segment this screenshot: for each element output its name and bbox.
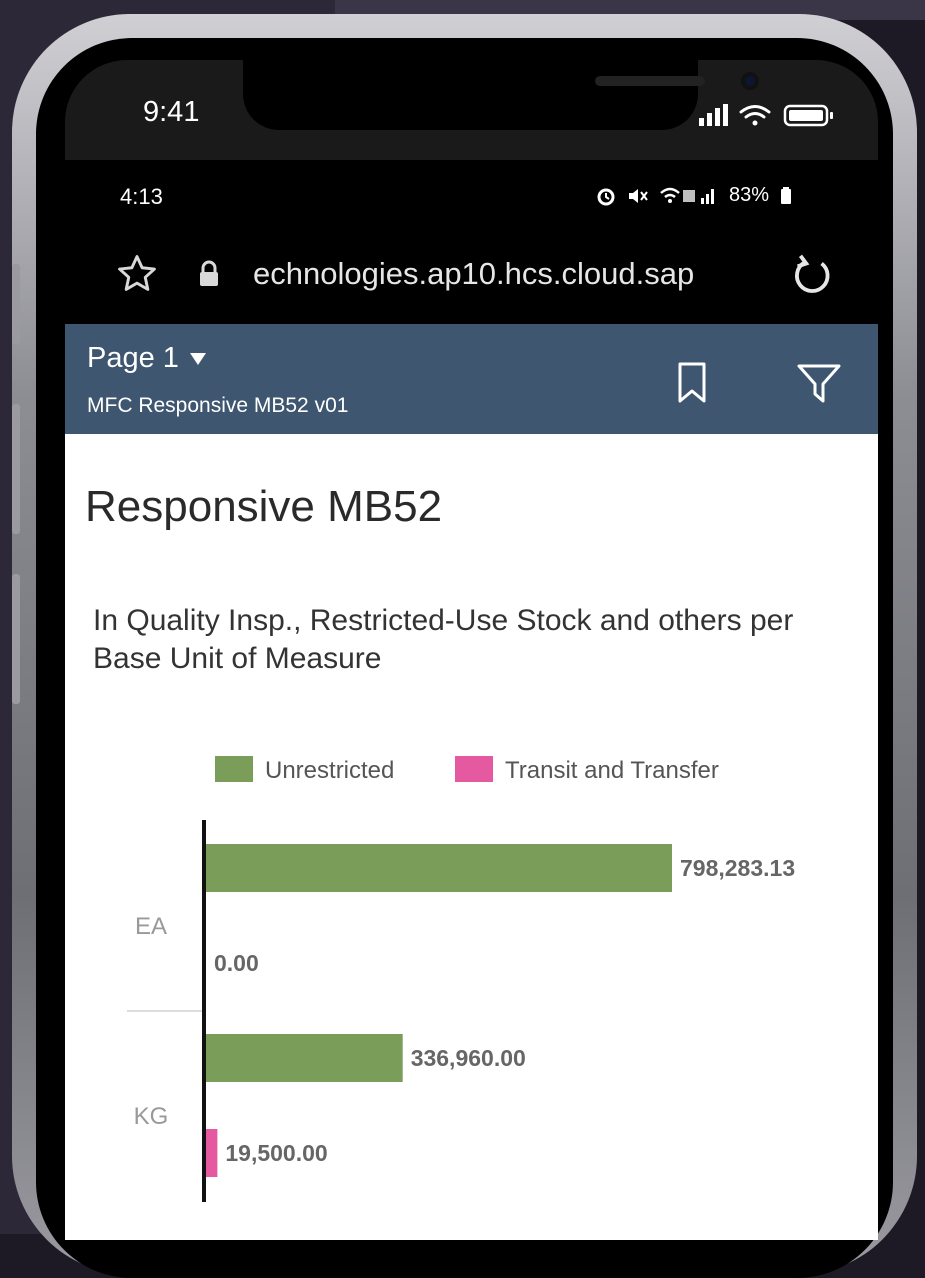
mute-icon [629,188,648,203]
android-status-icons: 83% [595,184,793,207]
bar [206,844,672,892]
lock-icon [200,260,218,286]
volume-up-button [12,404,20,534]
data-label: 336,960.00 [411,1045,526,1071]
legend-label: Transit and Transfer [505,757,719,784]
legend-swatch [455,756,493,782]
battery-percent: 83% [729,184,770,206]
android-status-bar: 4:13 83% [65,160,878,228]
mute-switch [12,264,20,344]
caret-down-icon [189,352,206,365]
data-label: 19,500.00 [225,1140,327,1166]
alarm-icon [597,188,615,205]
bar-chart[interactable]: Unrestricted Transit and Transfer EA 798,28… [65,434,878,1240]
wifi-icon [739,105,771,126]
category-label: EA [135,913,167,940]
filter-icon[interactable] [797,364,841,404]
url-text[interactable]: echnologies.ap10.hcs.cloud.sap [253,256,694,292]
bookmark-star-icon[interactable] [115,252,159,296]
legend-swatch [215,756,253,782]
story-name: MFC Responsive MB52 v01 [87,394,349,417]
page-selector[interactable]: Page 1 [87,342,207,375]
data-label: 0.00 [214,950,259,976]
android-time: 4:13 [120,184,163,209]
category-label: KG [134,1103,169,1130]
story-canvas: Responsive MB52 In Quality Insp., Restri… [65,434,878,1240]
page-label: Page 1 [87,342,179,374]
bar [206,1129,218,1177]
notch [243,60,759,130]
story-header: Page 1 MFC Responsive MB52 v01 [65,324,878,434]
ios-status-icons [699,104,833,127]
ios-time: 9:41 [143,96,200,128]
wifi-volte-signal-icon [660,187,714,204]
bookmark-icon[interactable] [677,362,707,404]
legend-label: Unrestricted [265,757,394,784]
battery-icon [783,104,833,127]
phone-screen: 9:41 4:13 83% echnologies.ap10.hcs.cloud… [65,60,878,1240]
data-label: 798,283.13 [680,855,795,881]
ios-status-bar: 9:41 [65,60,878,160]
cellular-signal-icon [699,104,728,126]
reload-icon[interactable] [789,252,835,298]
speaker [595,76,705,86]
bar [206,1034,403,1082]
front-camera [741,72,759,90]
browser-address-bar: echnologies.ap10.hcs.cloud.sap [65,228,878,324]
battery-icon [781,186,792,204]
volume-down-button [12,574,20,704]
